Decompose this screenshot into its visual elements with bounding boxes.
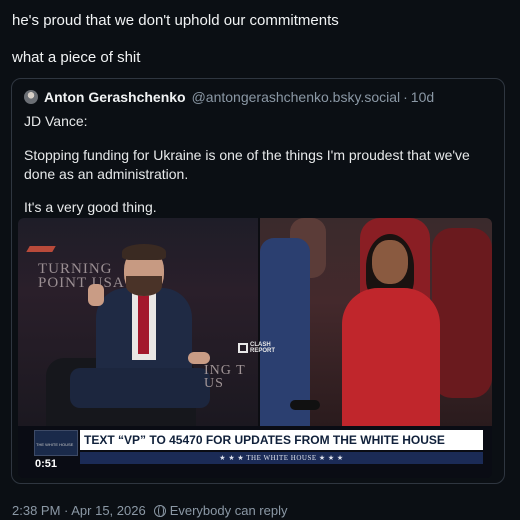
- quoted-text-quote: Stopping funding for Ukraine is one of t…: [24, 147, 470, 182]
- reply-setting[interactable]: Everybody can reply: [170, 503, 288, 518]
- video-player[interactable]: TURNING POINT USA ING T US CLASH REPORT …: [18, 218, 492, 478]
- speaker-tie: [138, 294, 149, 354]
- quoted-author-handle[interactable]: @antongerashchenko.bsky.social: [192, 89, 401, 105]
- person-blue-jacket: [260, 238, 310, 426]
- crowd-person: [432, 228, 492, 398]
- quoted-post-header: Anton Gerashchenko @antongerashchenko.bs…: [24, 89, 434, 105]
- quoted-post-age[interactable]: 10d: [411, 89, 434, 105]
- quoted-text-comment: It's a very good thing.: [24, 199, 157, 215]
- video-frame-left: TURNING POINT USA ING T US: [18, 218, 258, 426]
- student-red-hoodie: [342, 288, 440, 426]
- post-text-line-1: he's proud that we don't uphold our comm…: [12, 12, 339, 29]
- globe-icon: [153, 504, 166, 517]
- avatar[interactable]: [24, 90, 38, 104]
- clash-report-logo-icon: [238, 343, 248, 353]
- microphone: [290, 400, 320, 410]
- lower-third-banner: THE WHITE HOUSE TEXT “VP” TO 45470 FOR U…: [18, 426, 492, 478]
- student-head: [372, 240, 408, 284]
- backdrop-label-right: ING T US: [204, 363, 246, 391]
- quoted-text-speaker: JD Vance:: [24, 113, 88, 129]
- clash-report-watermark: CLASH REPORT: [238, 342, 276, 354]
- speaker-beard: [126, 276, 162, 296]
- turning-point-logo-mark: [26, 246, 56, 252]
- seal-caption: THE WHITE HOUSE: [36, 442, 74, 447]
- separator-dot: ·: [403, 89, 408, 105]
- backdrop-text-right: ING T US: [204, 363, 252, 391]
- banner-subline: ★ ★ ★ THE WHITE HOUSE ★ ★ ★: [80, 452, 483, 464]
- speaker-raised-hand: [88, 284, 104, 306]
- post-timestamp[interactable]: 2:38 PM · Apr 15, 2026: [12, 503, 146, 518]
- video-frame-right: [260, 218, 492, 426]
- post-text-line-2: what a piece of shit: [12, 49, 141, 66]
- quoted-author-name[interactable]: Anton Gerashchenko: [44, 89, 186, 105]
- banner-headline: TEXT “VP” TO 45470 FOR UPDATES FROM THE …: [80, 430, 483, 450]
- speaker-legs: [70, 368, 210, 408]
- post-footer: 2:38 PM · Apr 15, 2026 Everybody can rep…: [12, 503, 287, 518]
- speaker-hair: [122, 244, 166, 260]
- watermark-label: CLASH REPORT: [250, 342, 276, 354]
- video-duration: 0:51: [35, 458, 58, 470]
